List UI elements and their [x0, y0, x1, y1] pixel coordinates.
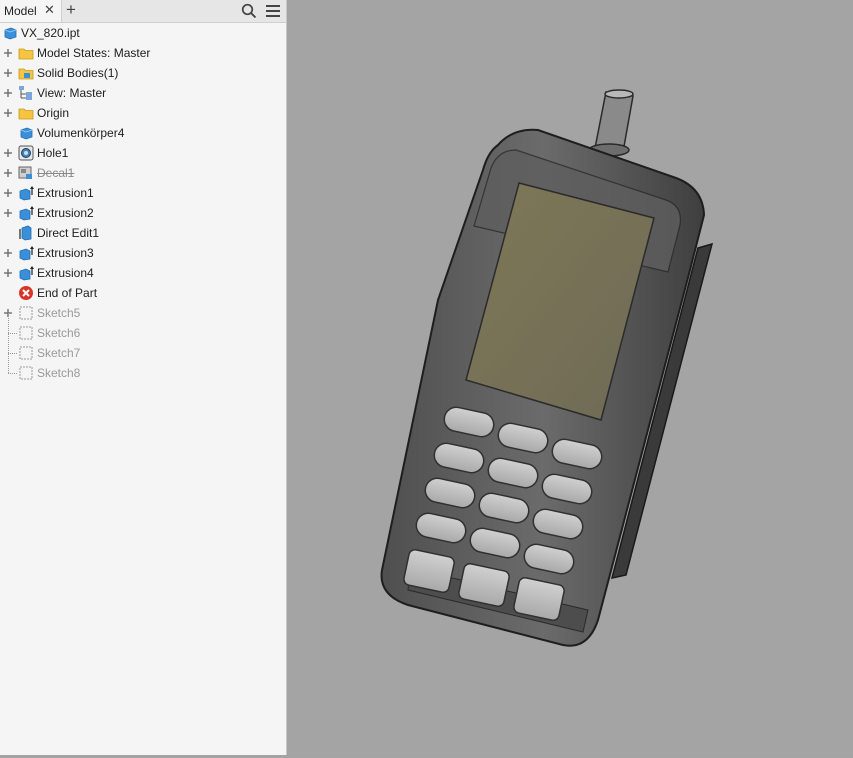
tree-connector	[8, 333, 17, 334]
tree-connector	[8, 313, 9, 373]
tab-model[interactable]: Model ✕	[0, 0, 62, 22]
phone-model	[380, 89, 714, 647]
sketch-icon	[19, 326, 33, 340]
antenna	[588, 89, 634, 157]
tree-item[interactable]: Model States: Master	[0, 43, 286, 63]
tree-item[interactable]: Sketch8	[0, 363, 286, 383]
tree-item[interactable]: Solid Bodies(1)	[0, 63, 286, 83]
add-tab-icon[interactable]: +	[66, 1, 76, 19]
expand-plus-icon[interactable]	[3, 208, 13, 218]
sketch-icon	[19, 346, 33, 360]
tree-item[interactable]: Extrusion2	[0, 203, 286, 223]
end-of-part-icon	[19, 286, 33, 300]
graphics-viewport[interactable]	[288, 0, 853, 755]
tree-connector	[8, 373, 17, 374]
tab-model-label: Model	[4, 4, 37, 18]
tree-item[interactable]: Sketch7	[0, 343, 286, 363]
extrusion-icon	[19, 186, 34, 201]
solid-bodies-folder-icon	[18, 68, 34, 80]
expand-plus-icon[interactable]	[3, 108, 13, 118]
sketch-icon	[19, 306, 33, 320]
tree-item-label: Extrusion2	[37, 206, 94, 220]
sketch-icon	[19, 366, 33, 380]
tree-item-label: Extrusion4	[37, 266, 94, 280]
tree-item-label: End of Part	[37, 286, 98, 300]
solid-body-icon	[20, 127, 33, 140]
tree-item-label: Sketch8	[37, 366, 81, 380]
expand-plus-icon[interactable]	[3, 248, 13, 258]
tree-item[interactable]: Origin	[0, 103, 286, 123]
tree-item[interactable]: View: Master	[0, 83, 286, 103]
tree-item-label: Sketch7	[37, 346, 81, 360]
tree-item-label: Extrusion1	[37, 186, 94, 200]
tree-item[interactable]: Direct Edit1	[0, 223, 286, 243]
tree-item-label: Hole1	[37, 146, 69, 160]
direct-edit-icon	[19, 225, 32, 241]
tree-item[interactable]: Hole1	[0, 143, 286, 163]
tree-item-label: Volumenkörper4	[37, 126, 125, 140]
browser-tab-bar: Model ✕ +	[0, 0, 286, 23]
tree-item[interactable]: Extrusion1	[0, 183, 286, 203]
tree-item-label: Sketch6	[37, 326, 81, 340]
model-browser-panel: Model ✕ + VX_820.ipt Model States: Master…	[0, 0, 287, 755]
tree-item[interactable]: Extrusion3	[0, 243, 286, 263]
tree-item-label: Solid Bodies(1)	[37, 66, 119, 80]
expand-plus-icon[interactable]	[3, 148, 13, 158]
expand-plus-icon[interactable]	[3, 268, 13, 278]
tree-item-label: VX_820.ipt	[21, 26, 80, 40]
tree-connector	[8, 353, 17, 354]
expand-plus-icon[interactable]	[3, 48, 13, 58]
hole-icon	[18, 145, 34, 161]
extrusion-icon	[19, 246, 34, 261]
close-icon[interactable]: ✕	[44, 3, 55, 17]
tree-item[interactable]: Volumenkörper4	[0, 123, 286, 143]
folder-icon	[18, 108, 34, 120]
tree-item[interactable]: Sketch6	[0, 323, 286, 343]
decal-icon	[18, 166, 32, 179]
tree-root-item[interactable]: VX_820.ipt	[0, 23, 286, 43]
extrusion-icon	[19, 206, 34, 221]
tree-item[interactable]: Decal1	[0, 163, 286, 183]
tree-item[interactable]: End of Part	[0, 283, 286, 303]
tree-item-label: View: Master	[37, 86, 107, 100]
part-icon	[4, 27, 17, 40]
tree-item[interactable]: Sketch5	[0, 303, 286, 323]
expand-plus-icon[interactable]	[3, 68, 13, 78]
tree-item-label: Sketch5	[37, 306, 81, 320]
expand-plus-icon[interactable]	[3, 168, 13, 178]
tree-item-label: Direct Edit1	[37, 226, 100, 240]
extrusion-icon	[19, 266, 34, 281]
folder-icon	[18, 48, 34, 60]
view-rep-icon	[19, 86, 32, 100]
hamburger-menu-icon[interactable]	[265, 3, 281, 19]
tree-item-label: Model States: Master	[37, 46, 151, 60]
expand-plus-icon[interactable]	[3, 88, 13, 98]
tree-item-label: Decal1	[37, 166, 75, 180]
search-icon[interactable]	[241, 3, 257, 19]
tree-item-label: Extrusion3	[37, 246, 94, 260]
tree-item-label: Origin	[37, 106, 70, 120]
tree-item[interactable]: Extrusion4	[0, 263, 286, 283]
expand-plus-icon[interactable]	[3, 188, 13, 198]
